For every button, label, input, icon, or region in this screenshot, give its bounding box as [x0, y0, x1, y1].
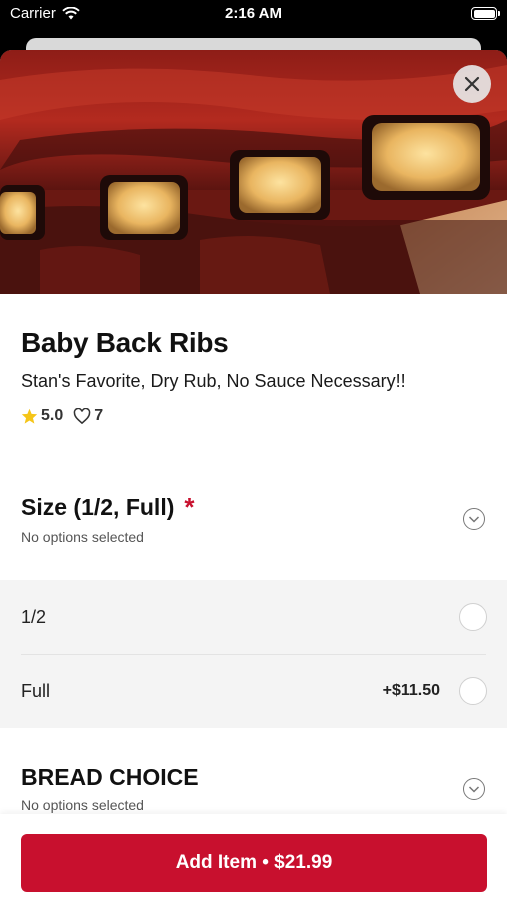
option-label: Full	[21, 680, 51, 701]
option-row-full[interactable]: Full +$11.50	[0, 654, 507, 728]
bread-section-header[interactable]: BREAD CHOICE No options selected	[21, 764, 199, 813]
size-options-list: 1/2 Full +$11.50	[0, 580, 507, 728]
chevron-down-icon	[468, 786, 480, 793]
battery-icon	[471, 7, 500, 20]
required-marker: *	[184, 492, 195, 522]
option-price: +$11.50	[382, 682, 440, 699]
likes-count: 7	[94, 407, 104, 424]
close-icon	[464, 76, 480, 92]
size-section-title: Size (1/2, Full)	[21, 494, 175, 520]
status-bar: Carrier 2:16 AM	[0, 0, 507, 28]
size-section-chevron-button[interactable]	[463, 508, 485, 530]
star-icon	[21, 408, 38, 424]
bread-section-subtitle: No options selected	[21, 797, 144, 813]
rating-value: 5.0	[41, 407, 64, 424]
option-radio[interactable]	[459, 603, 487, 631]
item-description: Stan's Favorite, Dry Rub, No Sauce Neces…	[21, 371, 406, 391]
item-detail-sheet: Baby Back Ribs Stan's Favorite, Dry Rub,…	[0, 50, 507, 900]
option-row-half[interactable]: 1/2	[0, 580, 507, 654]
size-section-header[interactable]: Size (1/2, Full) * No options selected	[21, 492, 195, 545]
size-section-title-row: Size (1/2, Full) *	[21, 492, 195, 523]
bread-section-title: BREAD CHOICE	[21, 764, 199, 790]
item-photo	[0, 50, 507, 294]
size-section-subtitle: No options selected	[21, 529, 144, 545]
heart-icon[interactable]	[73, 408, 91, 424]
option-radio[interactable]	[459, 677, 487, 705]
status-time: 2:16 AM	[225, 5, 282, 22]
footer-bar: Add Item • $21.99	[0, 814, 507, 900]
close-button[interactable]	[453, 65, 491, 103]
chevron-down-icon	[468, 516, 480, 523]
item-title: Baby Back Ribs	[21, 327, 229, 358]
bread-section-chevron-button[interactable]	[463, 778, 485, 800]
add-item-button[interactable]: Add Item • $21.99	[21, 834, 487, 892]
item-meta: 5.0 7	[21, 407, 103, 425]
option-label: 1/2	[21, 606, 47, 627]
